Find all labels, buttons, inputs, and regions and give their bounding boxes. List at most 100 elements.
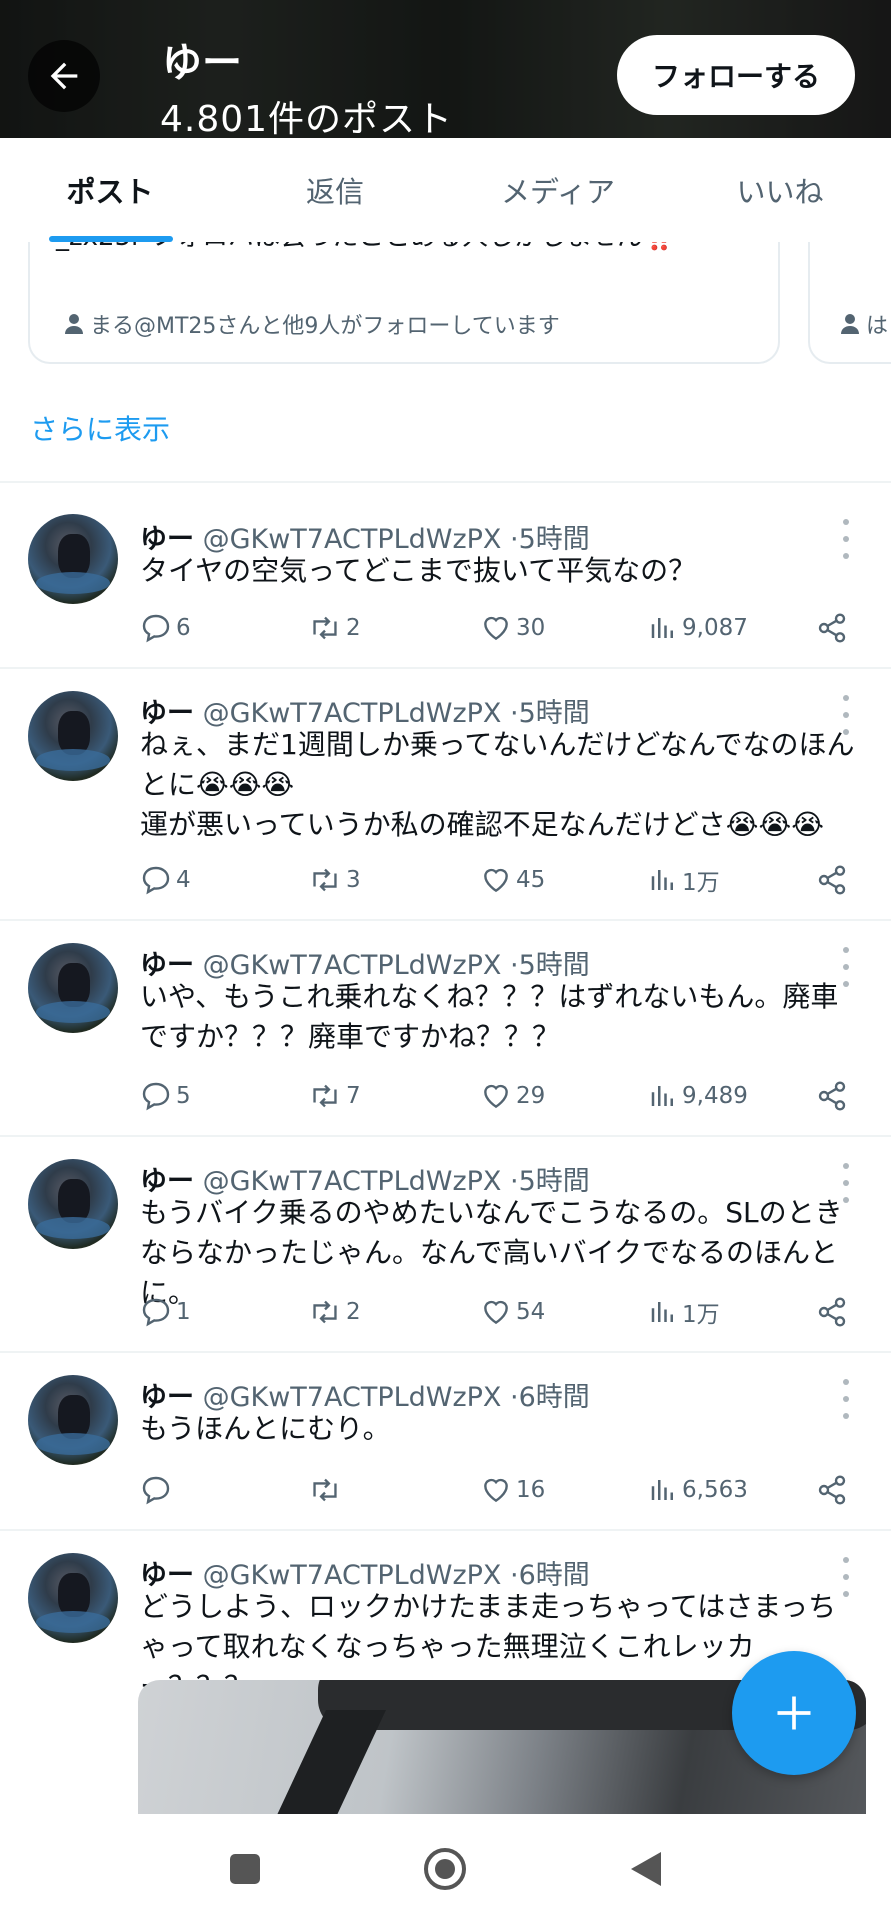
reply-count: 1 (176, 1299, 191, 1325)
share-icon (818, 1297, 846, 1327)
view-count: 1万 (682, 870, 720, 896)
share-button[interactable] (816, 1470, 848, 1510)
profile-header: ゆー 4.801件のポスト フォローする (0, 0, 891, 140)
tab-media[interactable]: メディア (478, 138, 638, 242)
reply-icon (142, 1082, 170, 1111)
repost-icon (313, 1084, 337, 1108)
like-icon (484, 1478, 508, 1503)
back-button[interactable] (28, 40, 100, 112)
person-icon (65, 314, 83, 334)
reply-count: 6 (176, 615, 191, 641)
tweet[interactable]: ゆー @GKwT7ACTPLdWzPX ·5時間 もうバイク乗るのやめたいなんで… (0, 1137, 891, 1353)
views-icon (651, 618, 673, 638)
like-count: 45 (516, 867, 546, 893)
active-tab-indicator (49, 236, 173, 242)
share-button[interactable] (816, 608, 848, 648)
reply-icon (142, 866, 170, 895)
reply-count: 4 (176, 867, 191, 893)
tab-replies[interactable]: 返信 (255, 138, 415, 242)
repost-button[interactable]: 2 (308, 608, 361, 648)
like-button[interactable]: 45 (480, 860, 545, 900)
repost-button[interactable]: 3 (308, 860, 361, 900)
share-icon (818, 1475, 846, 1505)
like-button[interactable]: 54 (480, 1292, 545, 1332)
profile-tabs: ポスト 返信 メディア いいね (0, 138, 891, 242)
repost-button[interactable]: 7 (308, 1076, 361, 1116)
tweet-text: タイヤの空気ってどこまで抜いて平気なの？ (140, 554, 697, 587)
views-button[interactable]: 1万 (648, 1292, 720, 1332)
followed-by-text-2: は (866, 314, 889, 339)
plus-icon (777, 1696, 811, 1730)
nav-home-button[interactable] (420, 1844, 470, 1894)
tweet-actions: 4 3 45 1万 (140, 860, 860, 900)
like-button[interactable]: 30 (480, 608, 545, 648)
like-count: 30 (516, 615, 546, 641)
share-icon (818, 865, 846, 895)
tweet[interactable]: ゆー @GKwT7ACTPLdWzPX ·5時間 ねぇ、まだ1週間しか乗ってない… (0, 669, 891, 921)
views-icon (651, 870, 673, 890)
tweet[interactable]: ゆー @GKwT7ACTPLdWzPX ·5時間 タイヤの空気ってどこまで抜いて… (0, 483, 891, 669)
view-count: 6,563 (682, 1477, 748, 1503)
reply-button[interactable]: 6 (140, 608, 191, 648)
repost-icon (313, 1300, 337, 1324)
avatar[interactable] (28, 691, 118, 781)
reply-icon (142, 1476, 170, 1505)
avatar[interactable] (28, 1553, 118, 1643)
views-button[interactable]: 6,563 (648, 1470, 748, 1510)
like-count: 29 (516, 1083, 546, 1109)
views-icon (651, 1480, 673, 1500)
like-icon (484, 868, 508, 893)
reply-icon (142, 1298, 170, 1327)
suggested-account-card[interactable]: _zx25r フォロバは会ったことある人しかしません‼️ まる@MT25さんと他… (28, 228, 780, 364)
avatar[interactable] (28, 1159, 118, 1249)
tweet-actions: 5 7 29 9,489 (140, 1076, 860, 1116)
share-icon (818, 1081, 846, 1111)
tweet[interactable]: ゆー @GKwT7ACTPLdWzPX ·6時間 もうほんとにむり。 16 6,… (0, 1353, 891, 1531)
reply-button[interactable]: 5 (140, 1076, 191, 1116)
share-button[interactable] (816, 1292, 848, 1332)
post-count: 4.801件のポスト (160, 99, 454, 140)
avatar[interactable] (28, 943, 118, 1033)
reply-button[interactable] (140, 1470, 176, 1510)
repost-count: 2 (346, 1299, 361, 1325)
system-nav-bar (0, 1814, 891, 1920)
repost-icon (313, 616, 337, 640)
followed-by-line-2: は (840, 308, 888, 340)
tab-posts[interactable]: ポスト (30, 138, 190, 242)
like-count: 54 (516, 1299, 546, 1325)
views-button[interactable]: 9,489 (648, 1076, 748, 1116)
tweet-text: ねぇ、まだ1週間しか乗ってないんだけどなんでなのほんとに😭😭😭 運が悪いっていう… (140, 728, 855, 841)
views-button[interactable]: 9,087 (648, 608, 748, 648)
repost-icon (313, 1478, 337, 1502)
tab-likes[interactable]: いいね (700, 138, 860, 242)
nav-back-icon (631, 1852, 661, 1886)
repost-button[interactable] (308, 1470, 346, 1510)
share-button[interactable] (816, 1076, 848, 1116)
reply-button[interactable]: 4 (140, 860, 191, 900)
avatar[interactable] (28, 514, 118, 604)
nav-recents-button[interactable] (220, 1844, 270, 1894)
views-icon (651, 1086, 673, 1106)
tweet-actions: 16 6,563 (140, 1470, 860, 1510)
follow-button[interactable]: フォローする (617, 35, 855, 115)
suggested-account-card-2[interactable]: は (808, 228, 891, 364)
show-more-link[interactable]: さらに表示 (30, 408, 170, 448)
repost-count: 7 (346, 1083, 361, 1109)
tweet[interactable]: ゆー @GKwT7ACTPLdWzPX ·5時間 いや、もうこれ乗れなくね？？？… (0, 921, 891, 1137)
followed-by-line: まる@MT25さんと他9人がフォローしています (64, 308, 560, 340)
like-button[interactable]: 16 (480, 1470, 545, 1510)
compose-button[interactable] (732, 1651, 856, 1775)
reply-button[interactable]: 1 (140, 1292, 191, 1332)
repost-button[interactable]: 2 (308, 1292, 361, 1332)
followed-by-text: まる@MT25さんと他9人がフォローしています (90, 314, 560, 339)
like-button[interactable]: 29 (480, 1076, 545, 1116)
share-button[interactable] (816, 860, 848, 900)
avatar[interactable] (28, 1375, 118, 1465)
reply-icon (142, 614, 170, 643)
tweet-text: もうほんとにむり。 (140, 1412, 391, 1445)
nav-back-button[interactable] (620, 1844, 670, 1894)
like-icon (484, 1084, 508, 1109)
views-button[interactable]: 1万 (648, 860, 720, 900)
view-count: 9,087 (682, 615, 748, 641)
like-icon (484, 616, 508, 641)
